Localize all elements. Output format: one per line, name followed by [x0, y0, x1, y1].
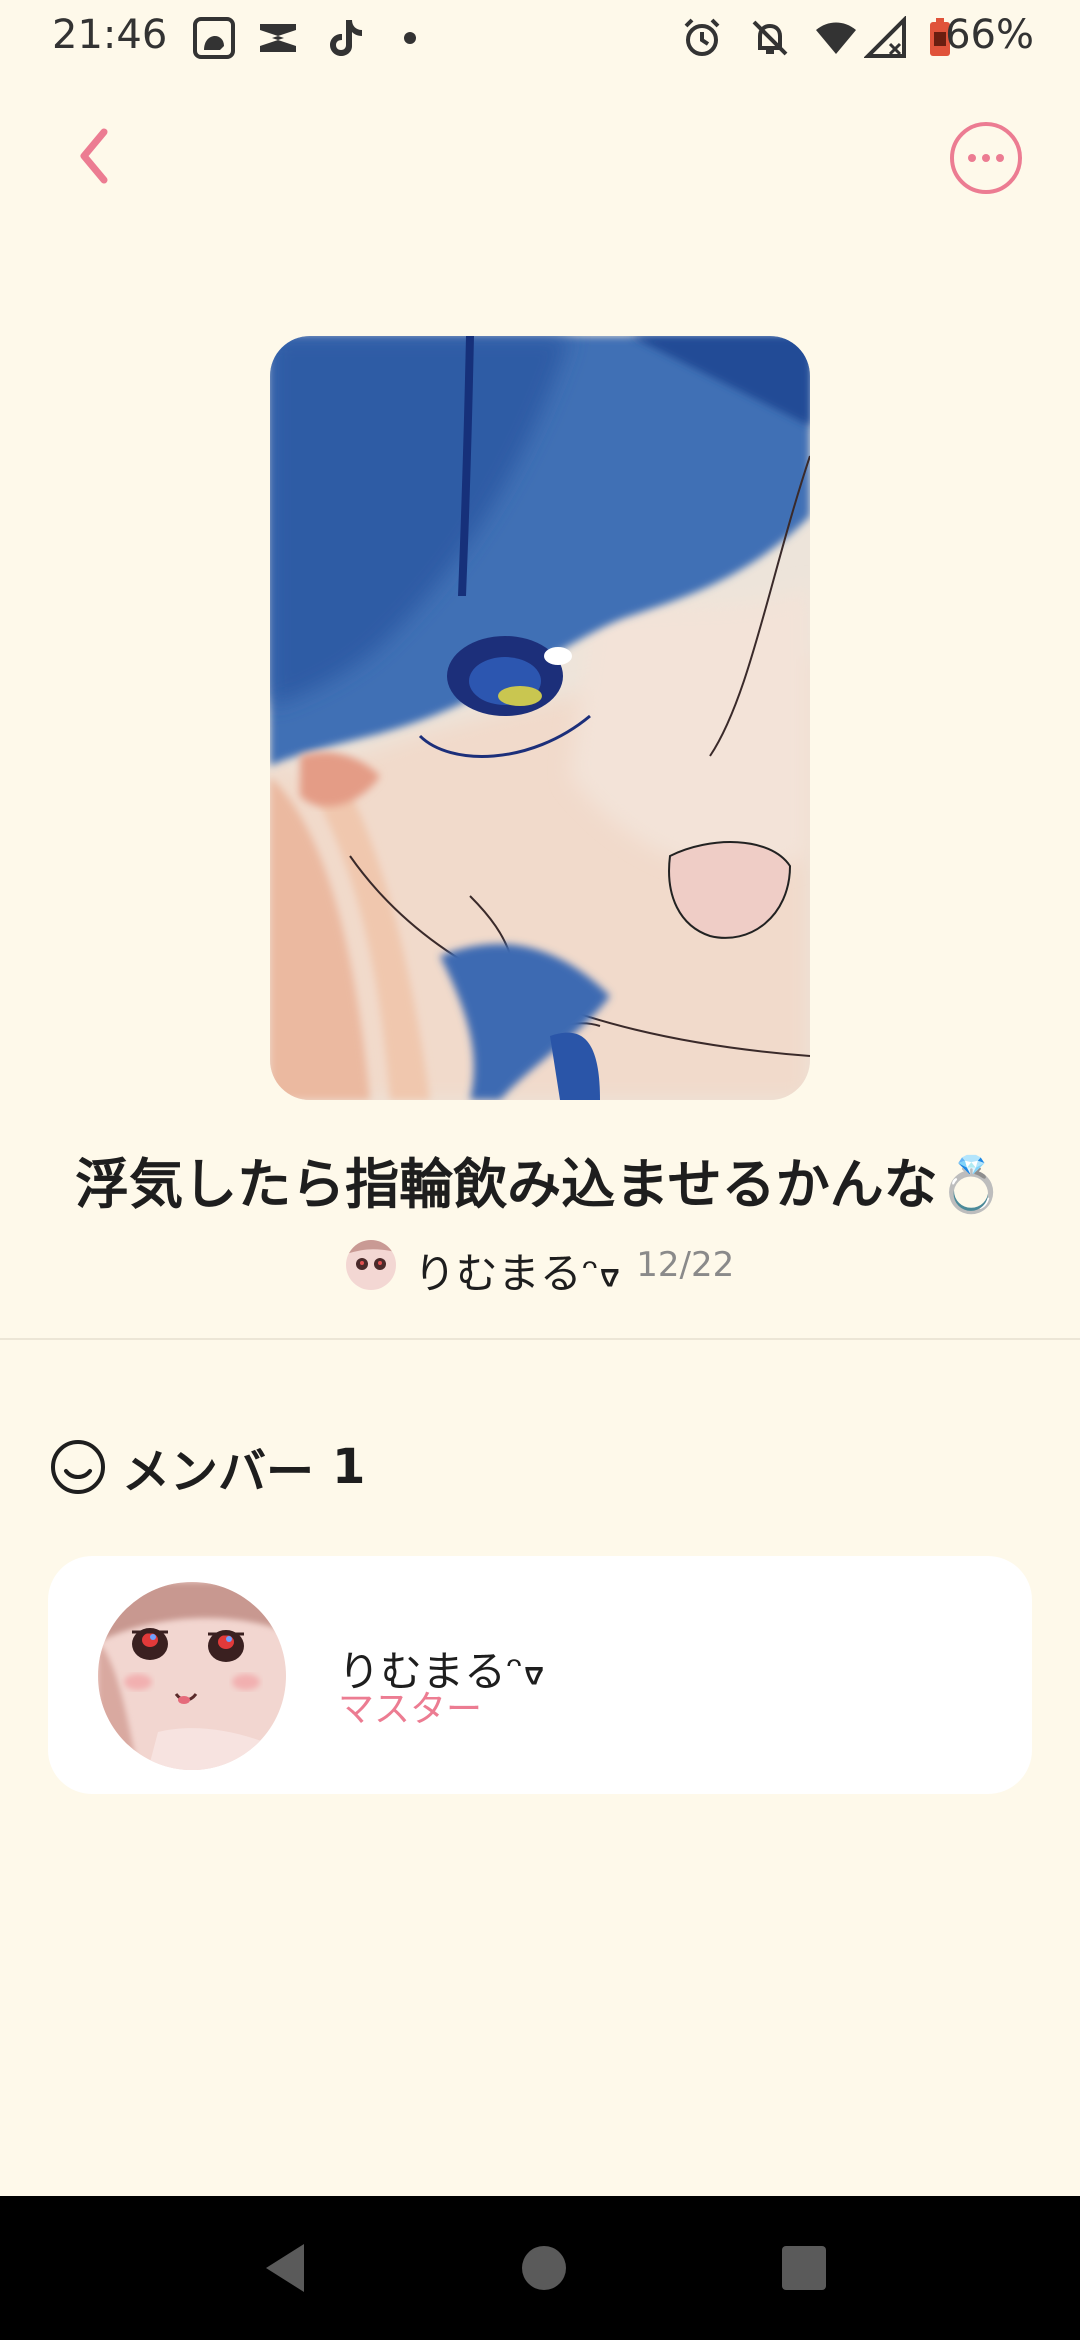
members-title: メンバー: [122, 1444, 315, 1500]
chevron-left-icon: [80, 128, 108, 184]
status-time: 21:46: [52, 12, 168, 58]
battery-percentage: 66%: [945, 12, 1034, 58]
author-name[interactable]: りむまるᵔᢦ: [414, 1228, 621, 1301]
bell-off-icon: [752, 20, 788, 56]
cover-image: [270, 336, 810, 1100]
member-card[interactable]: りむまるᵔᢦ マスター: [48, 1556, 1032, 1794]
members-header: メンバー 1: [50, 1432, 365, 1502]
back-button[interactable]: [56, 118, 132, 194]
post-title: 浮気したら指輪飲み込ませるかんな💍: [75, 1153, 1005, 1216]
alarm-icon: [684, 18, 720, 56]
home-nav-icon[interactable]: [512, 2236, 576, 2300]
navigation-bar: [0, 2196, 1080, 2340]
tiktok-icon: [330, 20, 362, 56]
status-bar: 21:46 66%: [0, 0, 1080, 76]
author-avatar[interactable]: [345, 1239, 396, 1290]
back-nav-icon[interactable]: [254, 2236, 318, 2300]
app-icon: [193, 17, 235, 59]
smile-icon: [51, 1440, 105, 1494]
capcut-icon: [260, 24, 296, 52]
member-role-badge: マスター: [338, 1689, 483, 1730]
dot-icon: [404, 32, 416, 44]
signal-icon: [864, 16, 906, 58]
more-options-button[interactable]: [948, 120, 1024, 196]
recents-nav-icon[interactable]: [772, 2236, 836, 2300]
member-avatar[interactable]: [98, 1582, 286, 1770]
members-count: 1: [332, 1439, 366, 1495]
wifi-icon: [816, 22, 856, 54]
more-horizontal-icon: [950, 122, 1022, 194]
author-row[interactable]: りむまるᵔᢦ 12/22: [0, 1228, 1080, 1301]
post-date: 12/22: [636, 1244, 735, 1285]
divider: [0, 1338, 1080, 1340]
